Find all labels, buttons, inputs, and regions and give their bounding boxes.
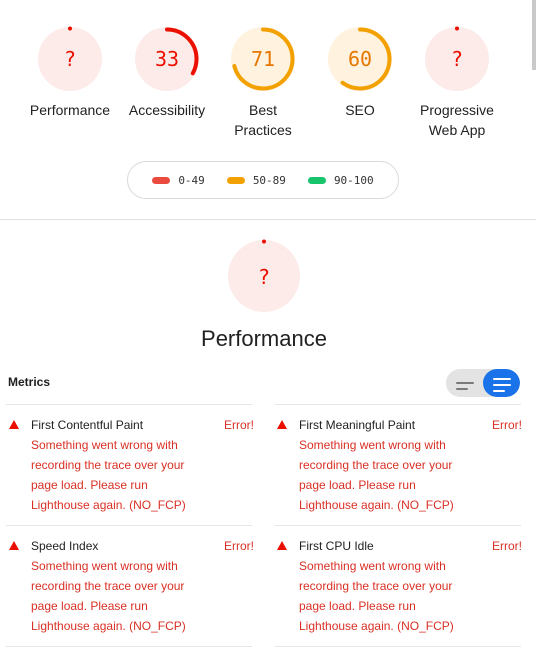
metric-divider xyxy=(275,525,521,526)
performance-title: Performance xyxy=(201,326,327,351)
metric-status: Error! xyxy=(492,539,522,553)
metric-divider xyxy=(6,646,252,647)
metric-name: First Meaningful Paint xyxy=(299,418,416,432)
metric-first-cpu-idle: First CPU Idle Error! Something went wro… xyxy=(277,536,522,636)
legend-range: 0-49 xyxy=(178,173,205,187)
expanded-view-button[interactable] xyxy=(483,369,520,397)
gauge-pwa[interactable]: ? Progressive Web App xyxy=(397,26,517,140)
gauge-ring: ? xyxy=(38,26,102,91)
gauge-ring: ? xyxy=(228,239,300,312)
metric-speed-index: Speed Index Error! Something went wrong … xyxy=(9,536,254,636)
metric-error-message: Something went wrong with recording the … xyxy=(31,559,186,633)
legend-swatch xyxy=(226,176,245,184)
gauge-score: ? xyxy=(64,47,76,71)
metrics-view-toggle[interactable] xyxy=(446,369,520,397)
metric-status: Error! xyxy=(492,418,522,432)
error-triangle-icon xyxy=(277,420,287,429)
performance-gauge: ? xyxy=(226,238,302,314)
metric-divider xyxy=(275,646,521,647)
metric-error-message: Something went wrong with recording the … xyxy=(31,438,186,512)
section-divider xyxy=(0,219,536,220)
gauge-label-line: Best xyxy=(248,102,277,118)
metric-first-meaningful-paint: First Meaningful Paint Error! Something … xyxy=(277,415,522,515)
gauge-label-line: Practices xyxy=(234,122,292,138)
metric-divider xyxy=(6,525,252,526)
gauge-score: 33 xyxy=(155,47,179,71)
legend-item-average: 50-89 xyxy=(226,173,286,187)
metric-name: First CPU Idle xyxy=(299,539,374,553)
compact-view-button[interactable] xyxy=(446,369,483,397)
metric-status: Error! xyxy=(224,418,254,432)
error-triangle-icon xyxy=(9,541,19,550)
gauge-label-line: Web App xyxy=(428,122,486,138)
gauge-ring: 60 xyxy=(328,27,392,91)
metric-name: Speed Index xyxy=(31,539,99,553)
legend-item-fail: 0-49 xyxy=(152,174,205,187)
gauge-score: 60 xyxy=(348,47,372,71)
metric-status: Error! xyxy=(224,539,254,553)
legend-swatch xyxy=(307,176,326,184)
gauge-score: ? xyxy=(451,47,463,71)
error-triangle-icon xyxy=(277,541,287,550)
metric-divider xyxy=(6,404,252,405)
metric-error-message: Something went wrong with recording the … xyxy=(299,559,454,633)
performance-score: ? xyxy=(258,265,270,289)
legend-range: 50-89 xyxy=(252,173,286,187)
gauge-ring: 33 xyxy=(135,27,199,91)
compact-lines-icon xyxy=(456,378,474,394)
score-legend: 0-49 50-89 90-100 xyxy=(127,161,399,199)
gauge-ring: 71 xyxy=(231,27,295,91)
legend-swatch xyxy=(152,176,171,184)
metric-first-contentful-paint: First Contentful Paint Error! Something … xyxy=(9,415,254,515)
gauge-label: Progressive Web App xyxy=(397,100,517,140)
gauge-score: 71 xyxy=(251,47,275,71)
metric-error-message: Something went wrong with recording the … xyxy=(299,438,454,512)
legend-range: 90-100 xyxy=(333,173,374,187)
gauge-ring: ? xyxy=(425,26,489,91)
gauge-label-line: Progressive xyxy=(420,102,494,118)
metric-name: First Contentful Paint xyxy=(31,418,144,432)
metrics-header: Metrics xyxy=(8,375,51,389)
category-gauges: ? Performance 33 Accessibility 71 Best P… xyxy=(0,20,536,150)
expanded-lines-icon xyxy=(493,378,511,396)
error-triangle-icon xyxy=(9,420,19,429)
metric-divider xyxy=(275,404,521,405)
lighthouse-report: ? Performance 33 Accessibility 71 Best P… xyxy=(0,0,536,648)
legend-item-pass: 90-100 xyxy=(307,173,374,187)
